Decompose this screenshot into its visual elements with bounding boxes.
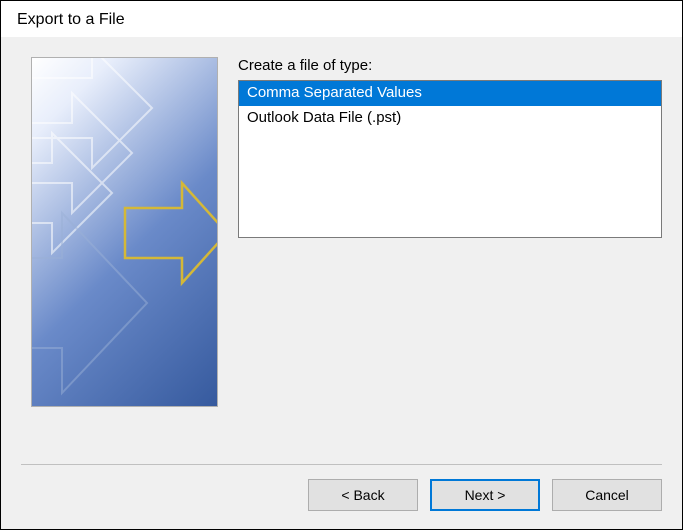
file-type-option[interactable]: Comma Separated Values [239, 81, 661, 106]
arrows-illustration-icon [32, 58, 218, 407]
back-button[interactable]: < Back [308, 479, 418, 511]
dialog-body: Create a file of type: Comma Separated V… [1, 37, 682, 452]
dialog-title: Export to a File [1, 1, 682, 37]
footer-separator [21, 464, 662, 465]
button-row: < Back Next > Cancel [21, 479, 662, 511]
content-area: Create a file of type: Comma Separated V… [238, 57, 662, 442]
export-dialog: Export to a File Create [0, 0, 683, 530]
next-button[interactable]: Next > [430, 479, 540, 511]
file-type-listbox[interactable]: Comma Separated ValuesOutlook Data File … [238, 80, 662, 238]
file-type-option[interactable]: Outlook Data File (.pst) [239, 106, 661, 131]
dialog-footer: < Back Next > Cancel [1, 452, 682, 529]
wizard-illustration [31, 57, 218, 407]
file-type-label: Create a file of type: [238, 57, 662, 74]
cancel-button[interactable]: Cancel [552, 479, 662, 511]
